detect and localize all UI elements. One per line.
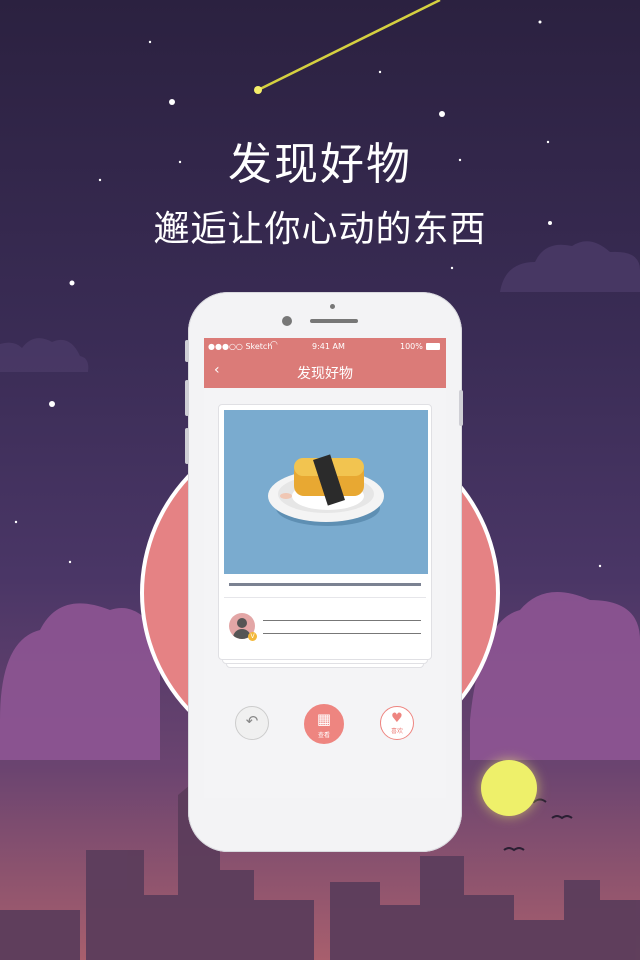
phone-screen: ●●●○○ Sketch ◠ 9:41 AM 100% ‹ 发现好物 V ↶ ▦… xyxy=(204,338,446,798)
wifi-icon: ◠ xyxy=(270,340,278,350)
view-label: 查看 xyxy=(317,732,330,739)
building xyxy=(564,880,600,960)
phone-volume-down xyxy=(185,428,189,464)
building xyxy=(86,850,144,960)
headline-subtitle: 邂逅让你心动的东西 xyxy=(153,209,487,250)
product-title-placeholder xyxy=(229,583,421,586)
star xyxy=(538,20,542,24)
star xyxy=(598,564,602,568)
building xyxy=(330,882,380,960)
building xyxy=(380,905,420,960)
headline-title: 发现好物 xyxy=(228,139,412,190)
divider xyxy=(224,597,426,598)
sushi-illustration xyxy=(268,454,384,526)
building xyxy=(600,900,640,960)
phone-camera xyxy=(282,316,292,326)
battery-label: 100% xyxy=(400,342,423,351)
splash-screen: 发现好物 邂逅让你心动的东西 ●●●○○ Sketch ◠ 9:41 AM 10… xyxy=(0,0,640,960)
star xyxy=(69,280,75,286)
building xyxy=(0,910,80,960)
phone-mute-switch xyxy=(185,340,189,362)
view-gift-button[interactable]: ▦ 查看 xyxy=(304,704,344,744)
star xyxy=(450,266,454,270)
cloud xyxy=(0,338,89,372)
product-image xyxy=(224,410,428,574)
clock: 9:41 AM xyxy=(312,342,345,351)
phone-power-button xyxy=(459,390,463,426)
star xyxy=(68,560,72,564)
phone-speaker xyxy=(310,319,358,323)
nav-title: 发现好物 xyxy=(297,366,353,382)
plate-highlight xyxy=(280,493,292,499)
building xyxy=(464,895,514,960)
product-card[interactable]: V xyxy=(218,404,432,660)
undo-button[interactable]: ↶ xyxy=(235,706,269,740)
phone-sensor xyxy=(330,304,335,309)
user-line-placeholder xyxy=(263,633,421,634)
status-bar: ●●●○○ Sketch ◠ 9:41 AM 100% xyxy=(204,338,446,356)
gift-icon: ▦ xyxy=(316,710,332,728)
undo-arrow-icon: ↶ xyxy=(245,712,259,730)
bird xyxy=(551,815,573,820)
shooting-star-head xyxy=(254,86,262,94)
heart-icon: ♥ xyxy=(391,711,403,726)
star xyxy=(439,111,445,117)
battery-icon xyxy=(426,343,440,350)
shooting-star xyxy=(257,0,441,92)
cloud xyxy=(0,603,160,760)
building xyxy=(220,870,254,960)
carrier-label: ●●●○○ Sketch xyxy=(208,342,273,351)
like-label: 喜欢 xyxy=(390,728,403,735)
star xyxy=(148,40,152,44)
building xyxy=(514,920,564,960)
star xyxy=(378,70,382,74)
navigation-bar: ‹ 发现好物 xyxy=(204,356,446,388)
bird xyxy=(503,847,525,852)
star xyxy=(49,401,55,407)
moon xyxy=(481,760,537,816)
building xyxy=(254,900,314,960)
star xyxy=(169,99,175,105)
building xyxy=(420,856,464,960)
like-button[interactable]: ♥ 喜欢 xyxy=(380,706,414,740)
phone-volume-up xyxy=(185,380,189,416)
verified-badge-icon: V xyxy=(248,632,257,641)
star xyxy=(14,520,18,524)
user-line-placeholder xyxy=(263,620,421,621)
